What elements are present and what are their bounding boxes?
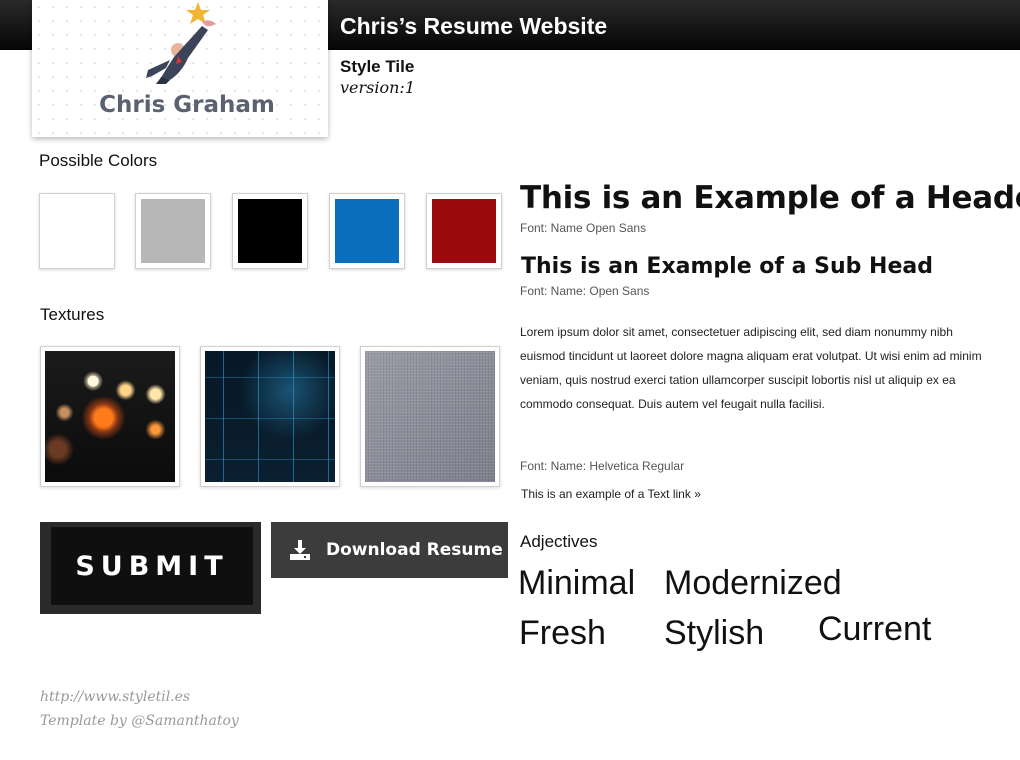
adjectives-heading: Adjectives	[520, 532, 598, 551]
logo-name: Chris Graham	[99, 92, 275, 118]
color-swatch-blue	[329, 193, 405, 269]
logo-card: Chris Graham	[32, 0, 328, 137]
adjective-minimal: Minimal	[518, 564, 636, 602]
submit-button-label: SUBMIT	[51, 527, 253, 605]
color-swatch-white	[39, 193, 115, 269]
swatch-fill	[335, 199, 399, 263]
color-swatch-black	[232, 193, 308, 269]
download-resume-button[interactable]: Download Resume	[271, 522, 508, 578]
style-tile-label: Style Tile	[340, 57, 415, 76]
footer-credit: Template by @Samanthatoy	[40, 713, 239, 729]
swatch-fill	[432, 199, 496, 263]
businessman-reaching-star-icon	[146, 2, 216, 84]
swatch-fill	[238, 199, 302, 263]
colors-heading: Possible Colors	[39, 151, 158, 170]
site-title: Chris’s Resume Website	[340, 13, 608, 39]
textures-heading: Textures	[40, 305, 105, 324]
texture-linen	[360, 346, 500, 487]
gray-linen-texture	[365, 351, 495, 482]
header-font-note: Font: Name Open Sans	[520, 221, 647, 235]
header-example: This is an Example of a Header	[520, 180, 1020, 216]
body-text-sample: Lorem ipsum dolor sit amet, consectetuer…	[520, 325, 982, 411]
swatch-fill	[45, 199, 109, 263]
adjective-current: Current	[818, 610, 932, 648]
adjective-fresh: Fresh	[519, 614, 606, 652]
submit-button[interactable]: SUBMIT	[40, 522, 261, 614]
swatch-fill	[141, 199, 205, 263]
texture-bokeh	[40, 346, 180, 487]
texture-circuit	[200, 346, 340, 487]
subhead-example: This is an Example of a Sub Head	[521, 254, 933, 279]
color-swatch-gray	[135, 193, 211, 269]
color-swatch-red	[426, 193, 502, 269]
download-button-label: Download Resume	[326, 540, 503, 560]
download-icon	[290, 540, 310, 560]
adjective-stylish: Stylish	[664, 614, 765, 652]
example-text-link[interactable]: This is an example of a Text link »	[521, 487, 701, 501]
circuit-board-texture	[205, 351, 335, 482]
adjective-modernized: Modernized	[664, 564, 842, 602]
bokeh-lights-texture	[45, 351, 175, 482]
footer-url[interactable]: http://www.styletil.es	[40, 689, 190, 705]
version-label: version:1	[340, 78, 415, 97]
subhead-font-note: Font: Name: Open Sans	[520, 284, 650, 298]
body-font-note: Font: Name: Helvetica Regular	[520, 459, 685, 473]
